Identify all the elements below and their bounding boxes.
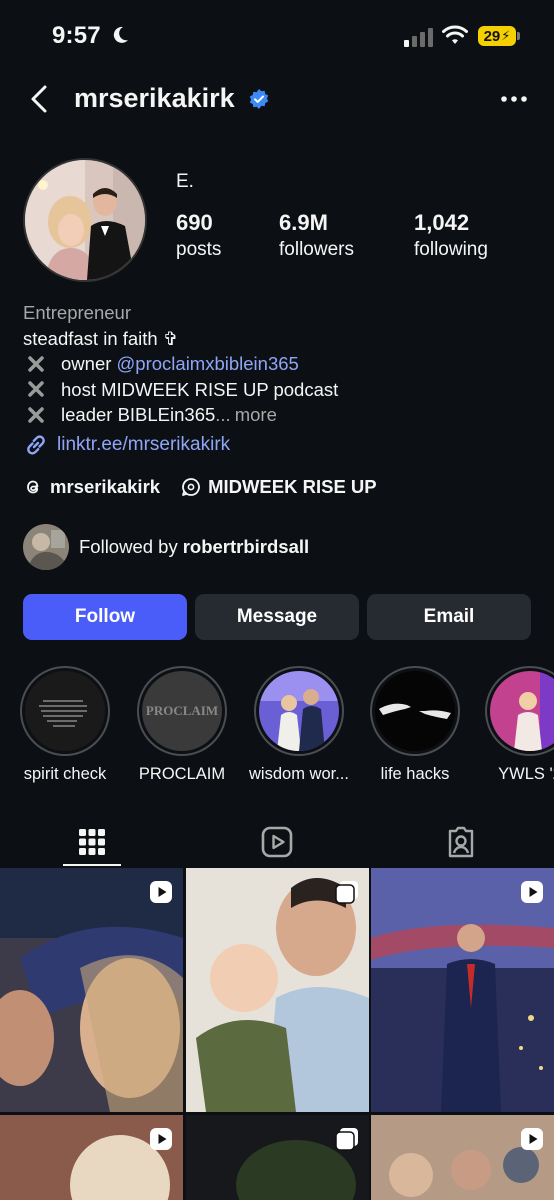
email-button[interactable]: Email	[367, 594, 531, 640]
wifi-icon	[442, 25, 468, 44]
broadcast-channel-icon[interactable]	[180, 476, 202, 498]
external-link[interactable]: linktr.ee/mrserikakirk	[23, 432, 230, 458]
profile-username: mrserikakirk	[74, 83, 235, 113]
bio-owner-line: owner @proclaimxbiblein365	[23, 351, 338, 377]
link-icon	[27, 435, 45, 455]
bio-line: steadfast in faith ✞	[23, 327, 179, 349]
carousel-indicator-icon	[335, 881, 358, 904]
bio-mention-link[interactable]: @proclaimxbiblein365	[117, 351, 299, 377]
moon-icon	[113, 26, 128, 43]
threads-row: mrserikakirk MIDWEEK RISE UP	[23, 476, 377, 498]
external-link-text: linktr.ee/mrserikakirk	[57, 434, 231, 455]
followed-by-prefix: Followed by	[79, 536, 178, 557]
highlight-cover-text: PROCLAIM	[145, 703, 219, 718]
highlight-label: wisdom wor...	[249, 765, 349, 783]
highlight-cover	[259, 671, 339, 751]
highlight-label: life hacks	[380, 765, 450, 783]
highlight-cover: PROCLAIM	[142, 671, 222, 751]
posts-label: posts	[176, 239, 222, 260]
post-thumbnail[interactable]	[0, 1115, 183, 1200]
bio-more-link[interactable]: more	[235, 402, 277, 428]
avatar-photo	[25, 160, 145, 280]
more-options-icon[interactable]	[500, 94, 528, 104]
highlight-wisdom[interactable]: wisdom wor...	[249, 666, 349, 784]
bio-category: Entrepreneur	[23, 302, 131, 323]
threads-handle[interactable]: mrserikakirk	[50, 476, 160, 498]
bio: Entrepreneur steadfast in faith ✞ owner …	[23, 300, 338, 428]
bio-ellipsis: ...	[215, 404, 231, 425]
reels-icon	[261, 826, 293, 858]
following-count: 1,042	[414, 210, 470, 235]
posts-grid	[0, 868, 554, 1200]
tagged-icon	[448, 826, 474, 858]
back-arrow-icon[interactable]	[28, 84, 50, 114]
status-bar: 9:57 29 ⚡	[0, 0, 554, 70]
highlight-spirit-check[interactable]: spirit check	[15, 666, 115, 784]
tab-reels[interactable]	[247, 818, 307, 866]
post-thumbnail[interactable]	[371, 868, 554, 1112]
profile-avatar[interactable]	[23, 158, 147, 282]
highlight-ywls[interactable]: YWLS '2	[480, 666, 554, 784]
cross-mark-icon	[28, 356, 44, 372]
cross-mark-icon	[28, 381, 44, 397]
battery-level: 29	[483, 27, 501, 45]
charging-bolt-icon: ⚡	[501, 28, 511, 43]
post-thumbnail[interactable]	[186, 1115, 369, 1200]
bio-owner-prefix: owner	[61, 353, 112, 374]
highlight-ring	[254, 666, 344, 756]
highlight-cover	[490, 671, 554, 751]
highlight-cover	[25, 671, 105, 751]
bio-host-line: host MIDWEEK RISE UP podcast	[23, 377, 338, 403]
highlight-label: PROCLAIM	[138, 765, 226, 783]
followers-label: followers	[279, 239, 354, 260]
highlight-ring	[370, 666, 460, 756]
highlight-label: spirit check	[23, 765, 107, 783]
highlight-ring: PROCLAIM	[137, 666, 227, 756]
battery-indicator: 29 ⚡	[478, 26, 516, 46]
signal-icon	[404, 28, 433, 47]
bio-leader-text: leader BIBLEin365	[61, 404, 216, 425]
highlight-life-hacks[interactable]: life hacks	[365, 666, 465, 784]
bio-leader-line: leader BIBLEin365... more	[23, 402, 338, 428]
post-thumbnail[interactable]	[371, 1115, 554, 1200]
highlight-proclaim[interactable]: PROCLAIM PROCLAIM	[132, 666, 232, 784]
reel-indicator-icon	[521, 1128, 543, 1150]
followers-stat[interactable]: 6.9M followers	[279, 210, 354, 261]
following-label: following	[414, 239, 488, 260]
highlight-label: YWLS '2	[498, 765, 554, 783]
followed-by-name: robertrbirdsall	[182, 536, 310, 557]
channel-name[interactable]: MIDWEEK RISE UP	[208, 476, 377, 498]
carousel-indicator-icon	[335, 1128, 358, 1151]
post-thumbnail[interactable]	[0, 868, 183, 1112]
tab-tagged[interactable]	[431, 818, 491, 866]
followed-by-row[interactable]: Followed by robertrbirdsall	[23, 524, 309, 570]
highlight-cover	[375, 671, 455, 751]
tab-grid[interactable]	[63, 818, 121, 866]
display-name: E.	[176, 171, 194, 192]
grid-icon	[79, 829, 105, 855]
bio-host-text: host MIDWEEK RISE UP podcast	[61, 378, 339, 400]
posts-stat[interactable]: 690 posts	[176, 210, 221, 261]
reel-indicator-icon	[521, 881, 543, 903]
follower-avatar	[23, 524, 69, 570]
following-stat[interactable]: 1,042 following	[414, 210, 488, 261]
follow-button[interactable]: Follow	[23, 594, 187, 640]
cross-mark-icon	[28, 407, 44, 423]
status-time: 9:57	[52, 22, 101, 49]
posts-count: 690	[176, 210, 213, 235]
reel-indicator-icon	[150, 881, 172, 903]
threads-icon[interactable]	[23, 477, 43, 497]
reel-indicator-icon	[150, 1128, 172, 1150]
verified-badge-icon	[249, 89, 269, 109]
post-thumbnail[interactable]	[186, 868, 369, 1112]
battery-tip	[517, 32, 520, 40]
followers-count: 6.9M	[279, 210, 328, 235]
message-button[interactable]: Message	[195, 594, 359, 640]
active-tab-indicator	[63, 864, 121, 866]
highlight-ring	[485, 666, 554, 756]
highlight-ring	[20, 666, 110, 756]
